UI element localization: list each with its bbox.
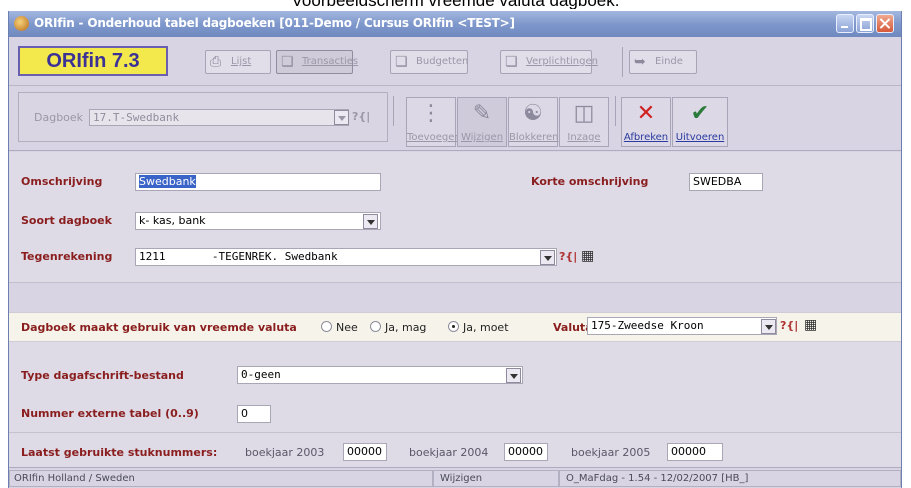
docs-icon: ❏ bbox=[505, 54, 518, 70]
vreemde-valuta-bar: Dagboek maakt gebruik van vreemde valuta… bbox=[9, 312, 901, 342]
tegenrekening-select[interactable]: 1211 -TEGENREK. Swedbank bbox=[135, 248, 557, 266]
lock-icon: ☯ bbox=[523, 101, 543, 126]
bestand-form: Type dagafschrift-bestand 0-geen Nummer … bbox=[9, 342, 901, 437]
toolbar-separator bbox=[393, 96, 394, 126]
record-toolbar: Dagboek 17.T-Swedbank ?{| ⋮ Toevoegen ✎ … bbox=[9, 86, 901, 151]
valuta-select[interactable]: 175-Zweedse Kroon bbox=[587, 317, 777, 335]
app-icon bbox=[14, 16, 29, 31]
lijst-button[interactable]: ⎙ Lijst bbox=[205, 50, 271, 74]
detail-icon[interactable]: ▦ bbox=[581, 248, 597, 264]
boekjaar-2005-input[interactable]: 00000 bbox=[667, 443, 723, 461]
abort-icon: ✕ bbox=[636, 101, 656, 126]
transacties-button[interactable]: ❏ Transacties bbox=[276, 50, 358, 74]
status-bar: ORIfin Holland / Sweden Wijzigen O_MaFda… bbox=[9, 467, 901, 488]
stuknummers-section: Laatst gebruikte stuknummers: boekjaar 2… bbox=[9, 432, 901, 467]
budgetten-label: Budgetten bbox=[416, 56, 469, 67]
status-mode: Wijzigen bbox=[433, 470, 559, 487]
korte-omschrijving-input[interactable]: SWEDBA bbox=[689, 173, 763, 191]
page-caption: Voorbeeldscherm vreemde valuta dagboek. bbox=[0, 0, 911, 9]
omschrijving-value: Swedbank bbox=[139, 175, 196, 188]
tegenrekening-dropdown-arrow[interactable] bbox=[540, 250, 555, 265]
docs-icon: ❏ bbox=[395, 54, 408, 70]
lijst-label: Lijst bbox=[231, 56, 252, 67]
soort-dagboek-label: Soort dagboek bbox=[21, 214, 112, 227]
boekjaar-2004-input[interactable]: 00000 bbox=[504, 443, 548, 461]
type-dagafschrift-label: Type dagafschrift-bestand bbox=[21, 369, 184, 382]
dagboek-label: Dagboek bbox=[34, 111, 84, 124]
view-icon: ◫ bbox=[573, 101, 595, 126]
app-window: ORIfin - Onderhoud tabel dagboeken [011-… bbox=[8, 11, 902, 488]
status-company: ORIfin Holland / Sweden bbox=[9, 470, 433, 487]
dagboek-selector: Dagboek 17.T-Swedbank ?{| bbox=[18, 92, 388, 142]
korte-omschrijving-label: Korte omschrijving bbox=[531, 175, 649, 188]
status-version: O_MaFdag - 1.54 - 12/02/2007 [HB_] bbox=[559, 470, 901, 487]
verplichtingen-label: Verplichtingen bbox=[526, 56, 598, 67]
minimize-button[interactable] bbox=[836, 14, 854, 33]
uitvoeren-label: Uitvoeren bbox=[675, 132, 725, 143]
help-icon[interactable]: ?{| bbox=[559, 250, 577, 263]
einde-label: Einde bbox=[655, 56, 683, 67]
help-icon[interactable]: ?{| bbox=[780, 319, 798, 332]
omschrijving-label: Omschrijving bbox=[21, 175, 103, 188]
toevoegen-label: Toevoegen bbox=[407, 132, 461, 143]
orifin-logo: ORIfin 7.3 bbox=[18, 46, 168, 76]
afbreken-button[interactable]: ✕ Afbreken bbox=[621, 97, 671, 147]
boekjaar-2003-input[interactable]: 00000 bbox=[343, 443, 387, 461]
transacties-label: Transacties bbox=[302, 56, 359, 67]
afbreken-label: Afbreken bbox=[623, 132, 669, 143]
budgetten-button[interactable]: ❏ Budgetten bbox=[390, 50, 468, 74]
boekjaar-2004-label: boekjaar 2004 bbox=[409, 446, 489, 459]
stuknummers-label: Laatst gebruikte stuknummers: bbox=[21, 446, 218, 459]
verplichtingen-button[interactable]: ❏ Verplichtingen bbox=[500, 50, 598, 74]
uitvoeren-button[interactable]: ✔ Uitvoeren bbox=[672, 97, 728, 147]
exit-icon: ➥ bbox=[634, 54, 646, 70]
boekjaar-2005-label: boekjaar 2005 bbox=[571, 446, 651, 459]
radio-ja-moet[interactable] bbox=[448, 321, 459, 332]
soort-dagboek-select[interactable]: k- kas, bank bbox=[135, 212, 381, 230]
radio-ja-mag-label: Ja, mag bbox=[385, 321, 427, 334]
docs-icon: ❏ bbox=[281, 54, 294, 70]
nummer-externe-tabel-input[interactable]: 0 bbox=[237, 405, 271, 423]
radio-nee[interactable] bbox=[321, 321, 332, 332]
valuta-dropdown-arrow[interactable] bbox=[761, 319, 776, 334]
dagboek-dropdown-arrow[interactable] bbox=[334, 110, 349, 125]
blokkeren-button[interactable]: ☯ Blokkeren bbox=[508, 97, 559, 147]
main-toolbar: ORIfin 7.3 ⎙ Lijst ❏ Transacties ❏ Budge… bbox=[9, 37, 901, 86]
tegenrekening-label: Tegenrekening bbox=[21, 250, 113, 263]
blokkeren-label: Blokkeren bbox=[509, 132, 559, 143]
edit-icon: ✎ bbox=[472, 101, 492, 126]
boekjaar-2003-label: boekjaar 2003 bbox=[245, 446, 325, 459]
einde-button[interactable]: ➥ Einde bbox=[629, 50, 697, 74]
maximize-button[interactable] bbox=[856, 14, 874, 33]
execute-icon: ✔ bbox=[690, 101, 710, 126]
vreemde-valuta-label: Dagboek maakt gebruik van vreemde valuta bbox=[21, 321, 297, 334]
inzage-label: Inzage bbox=[567, 132, 601, 143]
toolbar-separator bbox=[615, 96, 616, 126]
add-icon: ⋮ bbox=[420, 101, 442, 126]
toevoegen-button[interactable]: ⋮ Toevoegen bbox=[406, 97, 461, 147]
dagboek-form: Omschrijving Swedbank Korte omschrijving… bbox=[9, 152, 901, 283]
dagboek-select[interactable]: 17.T-Swedbank bbox=[89, 109, 349, 126]
help-icon[interactable]: ?{| bbox=[352, 110, 370, 123]
soort-dagboek-dropdown-arrow[interactable] bbox=[363, 214, 378, 229]
inzage-button[interactable]: ◫ Inzage bbox=[559, 97, 609, 147]
close-button[interactable] bbox=[876, 14, 894, 33]
wijzigen-label: Wijzigen bbox=[460, 132, 504, 143]
radio-nee-label: Nee bbox=[336, 321, 358, 334]
detail-icon[interactable]: ▦ bbox=[804, 317, 820, 333]
radio-ja-mag[interactable] bbox=[370, 321, 381, 332]
type-dagafschrift-select[interactable]: 0-geen bbox=[237, 366, 523, 384]
type-dagafschrift-dropdown-arrow[interactable] bbox=[506, 368, 521, 383]
printer-icon: ⎙ bbox=[210, 54, 222, 70]
wijzigen-button[interactable]: ✎ Wijzigen bbox=[457, 97, 507, 147]
radio-ja-moet-label: Ja, moet bbox=[463, 321, 509, 334]
nummer-externe-tabel-label: Nummer externe tabel (0..9) bbox=[21, 407, 199, 420]
window-title: ORIfin - Onderhoud tabel dagboeken [011-… bbox=[34, 16, 515, 30]
title-bar[interactable]: ORIfin - Onderhoud tabel dagboeken [011-… bbox=[9, 11, 901, 37]
toolbar-separator bbox=[622, 47, 623, 77]
omschrijving-input[interactable]: Swedbank bbox=[135, 173, 381, 191]
